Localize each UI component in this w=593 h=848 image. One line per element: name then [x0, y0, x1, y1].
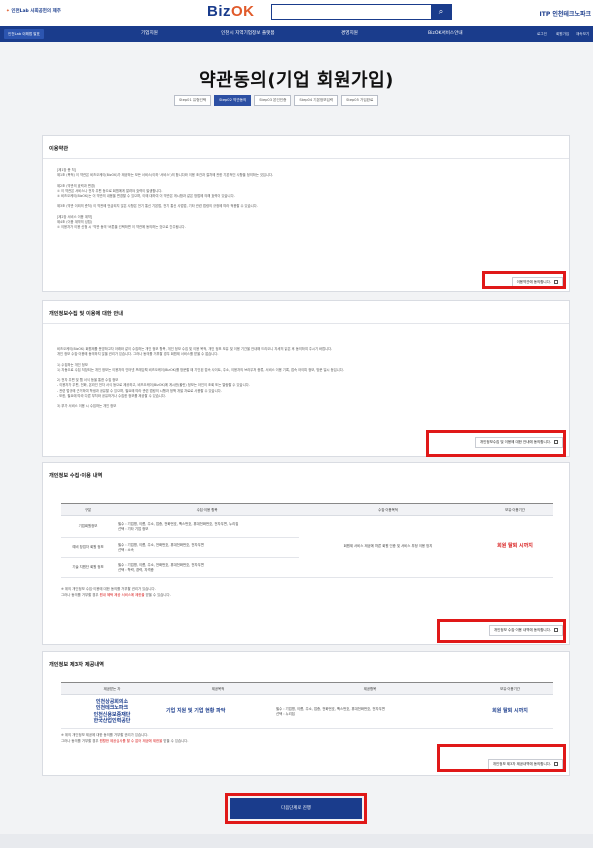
column-header: 보유·이용기간: [467, 682, 553, 695]
highlight-frame: [437, 619, 566, 643]
terms-section: 이용약관 [제1장 총 칙] 제1조 (목적) 이 약관은 비즈오케이(BizO…: [42, 135, 570, 292]
nav-badge[interactable]: 인천Lab 이해법 발표: [4, 29, 44, 39]
nav-signup-link[interactable]: 회원가입: [556, 26, 569, 42]
incheon-logo[interactable]: ✦ 인천Lab 사회공헌의 제주: [6, 8, 61, 14]
column-header: 구분: [61, 503, 115, 516]
collection-note: ※ 위의 개인정보 수집·이용에 대한 동의를 거부할 권리가 있습니다. 그러…: [61, 587, 171, 598]
step-1: Step01 유형선택: [174, 95, 212, 106]
search-icon: ⌕: [438, 7, 444, 16]
table-header-row: 제공받는 자 제공목적 제공항목 보유·이용기간: [61, 682, 553, 695]
nav-view-link[interactable]: 재속보기: [576, 26, 589, 42]
guide-line: 3) 부가 서비스 이용 시 수집하는 개인 정보: [57, 404, 117, 409]
page-title: 약관동의(기업 회원가입): [199, 70, 394, 91]
divider: [43, 323, 569, 324]
highlight-frame: [482, 271, 566, 289]
column-header: 제공받는 자: [61, 682, 163, 695]
bizok-logo-biz: Biz: [207, 3, 231, 20]
column-header: 수집·이용목적: [299, 503, 477, 516]
row-type: 기업회원정보: [61, 515, 115, 538]
collection-table: 구분 수집·이용 항목 수집·이용목적 보유·이용기간 기업회원정보 필수 : …: [61, 503, 553, 578]
note-text: 그러나 동의를 거부할 경우: [61, 738, 100, 743]
table-row: 기업회원정보 필수 : 기업명, 이름, 주소, 업종, 전화번호, 팩스번호,…: [61, 515, 553, 578]
incheon-logo-text: 인천Lab 사회공헌의 제주: [11, 9, 61, 14]
privacy-guide-text[interactable]: 비즈오케이(BizOK) 회원제를 운영하고자 아래와 같이 수집하는 개인 정…: [57, 347, 555, 409]
note-highlight: 원활한 제공심사를 할 수 없어 제공에 제한을: [99, 738, 163, 743]
highlight-frame: [225, 793, 367, 824]
third-party-purpose: 기업 지원 및 기업 현황 파악: [163, 694, 273, 729]
third-party-period: 회원 탈퇴 시까지: [467, 694, 553, 729]
note-text: 받을 수 있습니다.: [162, 738, 189, 743]
step-4: Step04 기본정보입력: [294, 95, 339, 106]
step-2-active: Step02 약관동의: [214, 95, 252, 106]
note-highlight: 원내 혜택 제공 서비스에 제한을: [99, 592, 145, 597]
table-header-row: 구분 수집·이용 항목 수집·이용목적 보유·이용기간: [61, 503, 553, 516]
row-items: 필수 : 기업명, 이름, 주소, 전화번호, 휴대전화번호, 전자우편 선택 …: [115, 537, 299, 558]
incheon-mark-icon: ✦: [6, 9, 10, 14]
nav-login-link[interactable]: 로그인: [537, 26, 547, 42]
nav-item-management-support[interactable]: 경영지원: [341, 26, 358, 42]
step-5: Step05 가입완료: [341, 95, 379, 106]
top-header: ✦ 인천Lab 사회공헌의 제주 BizOK ⌕ ITP 인천테크노파크: [0, 0, 593, 26]
terms-text[interactable]: [제1장 총 칙] 제1조 (목적) 이 약관은 비즈오케이(BizOK)가 제…: [57, 168, 555, 230]
terms-line: ① 이용자가 이용 신청 시 '약관 동의' 버튼을 선택하면 이 약관에 동의…: [57, 225, 186, 230]
collection-period: 회원 탈퇴 시까지: [477, 515, 553, 578]
collection-note-line: 그러나 동의를 거부할 경우 원내 혜택 제공 서비스에 제한을 받을 수 있습…: [61, 593, 171, 599]
row-type: 기술 지원단 회원 정보: [61, 557, 115, 578]
search-button[interactable]: ⌕: [431, 5, 451, 19]
row-items: 필수 : 기업명, 이름, 주소, 전화번호, 휴대전화번호, 전자우편 선택 …: [115, 557, 299, 578]
collection-section: 개인정보 수집·이용 내역 구분 수집·이용 항목 수집·이용목적 보유·이용기…: [42, 462, 570, 645]
collection-title: 개인정보 수집·이용 내역: [49, 473, 103, 479]
recipients-cell: 인천상공회의소 인천테크노파크 인천신용보증재단 한국산업인력공단: [61, 694, 163, 729]
search-input[interactable]: [272, 5, 432, 19]
step-3: Step03 본인인증: [254, 95, 292, 106]
nav-item-corporate-support[interactable]: 기업지원: [141, 26, 158, 42]
itp-logo[interactable]: ITP 인천테크노파크: [540, 9, 591, 18]
column-header: 보유·이용기간: [477, 503, 553, 516]
column-header: 제공목적: [163, 682, 273, 695]
nav-item-regional-platform[interactable]: 인천시 지역기업정보 플랫폼: [221, 26, 275, 42]
row-type: 예비 창업자 회원 정보: [61, 537, 115, 558]
row-items: 필수 : 기업명, 이름, 주소, 업종, 전화번호, 팩스번호, 휴대전화번호…: [115, 515, 299, 538]
note-text: 받을 수 있습니다.: [144, 592, 171, 597]
third-party-note: ※ 위의 개인정보 제공에 대한 동의를 거부할 권리가 있습니다. 그러나 동…: [61, 733, 188, 744]
search-box: ⌕: [271, 4, 452, 20]
footer-bar: [0, 834, 593, 848]
divider: [43, 158, 569, 159]
bizok-logo[interactable]: BizOK: [207, 3, 255, 20]
bizok-logo-ok: OK: [231, 3, 255, 20]
recipient: 한국산업인력공단: [93, 718, 131, 724]
third-party-items: 필수 : 기업명, 이름, 주소, 업종, 전화번호, 팩스번호, 휴대전화번호…: [273, 694, 467, 729]
collection-purpose: 회원제 서비스 제공에 따른 회원 인증 및 서비스 부정 이용 방지: [299, 515, 477, 578]
highlight-frame: [426, 430, 566, 457]
third-party-note-line: 그러나 동의를 거부할 경우 원활한 제공심사를 할 수 없어 제공에 제한을 …: [61, 739, 188, 745]
third-party-title: 개인정보 제3자 제공내역: [49, 662, 104, 668]
note-text: 그러나 동의를 거부할 경우: [61, 592, 100, 597]
terms-title: 이용약관: [49, 146, 69, 152]
column-header: 수집·이용 항목: [115, 503, 299, 516]
nav-item-service-guide[interactable]: BizOK서비스안내: [428, 26, 463, 42]
third-party-table: 제공받는 자 제공목적 제공항목 보유·이용기간 인천상공회의소 인천테크노파크…: [61, 682, 553, 729]
privacy-guide-title: 개인정보수집 및 이용에 대한 안내: [49, 311, 124, 317]
table-row: 인천상공회의소 인천테크노파크 인천신용보증재단 한국산업인력공단 기업 지원 …: [61, 694, 553, 729]
highlight-frame: [437, 744, 566, 772]
step-indicator: Step01 유형선택 Step02 약관동의 Step03 본인인증 Step…: [174, 95, 379, 106]
main-nav: 인천Lab 이해법 발표 기업지원 인천시 지역기업정보 플랫폼 경영지원 Bi…: [0, 26, 593, 42]
column-header: 제공항목: [273, 682, 467, 695]
